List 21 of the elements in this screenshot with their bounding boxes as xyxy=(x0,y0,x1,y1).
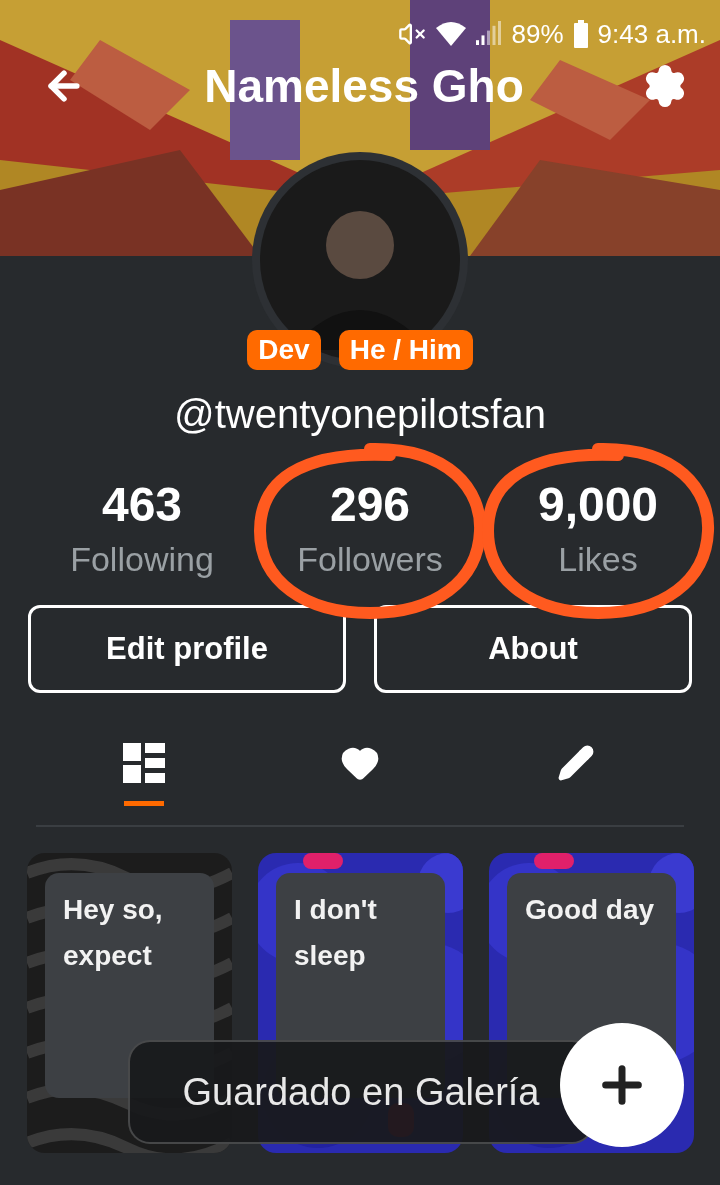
stat-label[interactable]: Followers xyxy=(297,540,443,579)
post-text: Good day xyxy=(525,893,656,927)
stat-label[interactable]: Likes xyxy=(558,540,638,579)
stat-value: 9,000 xyxy=(537,477,659,532)
profile-title: Nameless Gho xyxy=(204,59,524,113)
wifi-icon xyxy=(435,22,466,46)
stat-value: 296 xyxy=(329,477,411,532)
post-text: I don't sleep xyxy=(294,893,378,973)
role-badge: He / Him xyxy=(338,330,473,370)
clock: 9:43 a.m. xyxy=(597,18,706,50)
profile-button[interactable]: Edit profile xyxy=(28,605,346,693)
pencil-icon xyxy=(557,743,595,782)
post-text: Hey so, expect xyxy=(63,893,164,973)
signal-icon xyxy=(475,21,502,47)
stat-label[interactable]: Following xyxy=(70,540,214,579)
username: @twentyonepilotsfan xyxy=(173,392,547,437)
stat-value: 463 xyxy=(101,477,183,532)
battery-percent: 89% xyxy=(511,18,564,50)
role-badge: Dev xyxy=(247,330,321,370)
profile-button[interactable]: About xyxy=(374,605,692,693)
grid-icon xyxy=(123,742,165,783)
